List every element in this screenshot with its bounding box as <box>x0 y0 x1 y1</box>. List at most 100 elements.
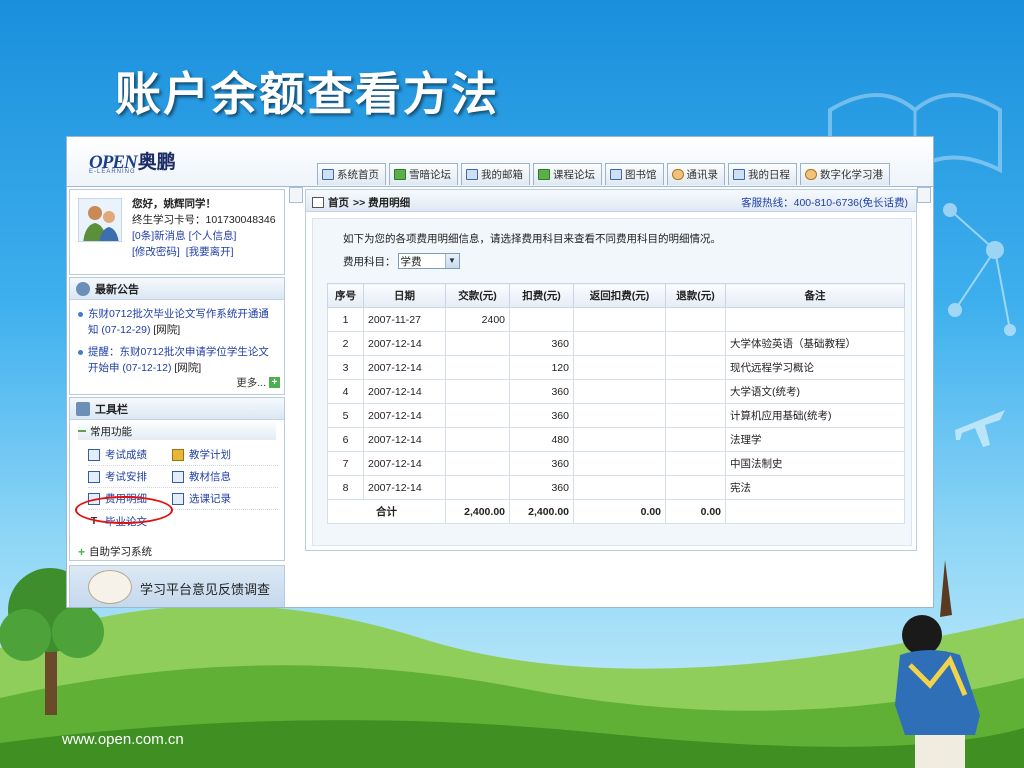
table-cell <box>445 379 510 404</box>
table-cell <box>445 331 510 356</box>
notice-header: 最新公告 <box>70 278 284 300</box>
breadcrumb-home[interactable]: 首页 >> 费用明细 <box>312 195 410 210</box>
messages-link[interactable]: [0条]新消息 <box>132 230 186 242</box>
total-label: 合计 <box>327 499 446 524</box>
table-cell: 3 <box>327 355 364 380</box>
tab-calendar[interactable]: 我的日程 <box>728 163 797 185</box>
table-row: 7 2007-12-14 360 中国法制史 <box>327 451 905 476</box>
self-study-label: 自助学习系统 <box>89 546 153 558</box>
col-header: 交款(元) <box>445 283 510 308</box>
total-deducted: 2,400.00 <box>509 499 574 524</box>
total-returned: 0.00 <box>573 499 666 524</box>
notice-box: 最新公告 东财0712批次毕业论文写作系统开通通知 (07-12-29) [网院… <box>69 277 285 395</box>
tab-label: 通讯录 <box>686 169 719 181</box>
more-link[interactable]: 更多... + <box>236 375 280 390</box>
chevron-down-icon: ▼ <box>444 254 459 268</box>
mail-icon <box>466 169 478 180</box>
collapse-left-button[interactable] <box>289 187 303 203</box>
textbook-icon <box>172 470 184 483</box>
table-cell: 1 <box>327 307 364 332</box>
avatar-icon <box>83 206 119 241</box>
table-cell: 5 <box>327 403 364 428</box>
speech-bubble-icon <box>88 570 132 604</box>
tool-textbook-info[interactable]: 教材信息 <box>172 469 256 484</box>
user-info: 您好，姚辉同学！ 终生学习卡号：101730048346 [0条]新消息 [个人… <box>132 196 276 260</box>
announcement-icon <box>76 281 90 296</box>
self-study-system[interactable]: + 自助学习系统 <box>78 544 152 559</box>
change-password-link[interactable]: [修改密码] <box>132 246 180 258</box>
tab-home[interactable]: 系统首页 <box>317 163 386 185</box>
people-icon <box>805 169 817 180</box>
tab-learning-port[interactable]: 数字化学习港 <box>800 163 890 185</box>
col-header: 日期 <box>363 283 446 308</box>
logout-link[interactable]: [我要离开] <box>186 246 234 258</box>
col-header: 返回扣费(元) <box>573 283 666 308</box>
tab-forum[interactable]: 雪暗论坛 <box>389 163 458 185</box>
tab-library[interactable]: 图书馆 <box>605 163 664 185</box>
forum-icon <box>538 169 550 180</box>
home-icon <box>312 197 324 208</box>
col-header: 序号 <box>327 283 364 308</box>
tool-label: 考试安排 <box>105 471 147 483</box>
tab-label: 课程论坛 <box>553 169 595 181</box>
tool-teaching-plan[interactable]: 教学计划 <box>172 447 256 462</box>
tool-label: 教材信息 <box>189 471 231 483</box>
table-cell <box>665 331 726 356</box>
table-cell: 2007-11-27 <box>363 307 446 332</box>
top-bar: OPEN奥鹏 E-LEARNING 系统首页 雪暗论坛 我的邮箱 课程论坛 图书… <box>67 137 933 187</box>
table-cell: 现代远程学习概论 <box>725 355 905 380</box>
tab-mail[interactable]: 我的邮箱 <box>461 163 530 185</box>
tab-contacts[interactable]: 通讯录 <box>666 163 725 185</box>
notice-item[interactable]: 提醒：东财0712批次申请学位学生论文开始申 (07-12-12) [网院] <box>76 344 278 376</box>
tool-course-records[interactable]: 选课记录 <box>172 491 256 506</box>
tool-label: 教学计划 <box>189 449 231 461</box>
contacts-icon <box>671 169 684 180</box>
profile-link[interactable]: [个人信息] <box>189 230 237 242</box>
logo-cn: 奥鹏 <box>137 152 176 173</box>
table-cell: 6 <box>327 427 364 452</box>
tab-label: 我的日程 <box>748 169 790 181</box>
table-cell <box>665 475 726 500</box>
table-cell: 2007-12-14 <box>363 475 446 500</box>
tool-row: 考试安排 教材信息 <box>88 466 278 488</box>
feedback-survey-banner[interactable]: 学习平台意见反馈调查 <box>69 565 285 607</box>
collapse-right-button[interactable] <box>917 187 931 203</box>
records-icon <box>172 492 184 505</box>
fee-panel: 如下为您的各项费用明细信息，请选择费用科目来查看不同费用科目的明细情况。 费用科… <box>312 218 912 546</box>
table-row: 2 2007-12-14 360 大学体验英语（基础教程） <box>327 331 905 356</box>
tool-label: 选课记录 <box>189 493 231 505</box>
plus-icon: + <box>269 377 280 388</box>
table-cell: 法理学 <box>725 427 905 452</box>
tab-label: 系统首页 <box>337 169 379 181</box>
tool-exam-scores[interactable]: 考试成绩 <box>88 447 172 462</box>
table-row: 8 2007-12-14 360 宪法 <box>327 475 905 500</box>
breadcrumb-current: >> 费用明细 <box>353 197 411 209</box>
table-cell: 中国法制史 <box>725 451 905 476</box>
table-row: 3 2007-12-14 120 现代远程学习概论 <box>327 355 905 380</box>
common-functions-header[interactable]: 常用功能 <box>78 422 276 440</box>
table-cell <box>573 403 666 428</box>
highlight-circle <box>75 496 173 524</box>
notice-item[interactable]: 东财0712批次毕业论文写作系统开通通知 (07-12-29) [网院] <box>76 306 278 338</box>
tool-label: 考试成绩 <box>105 449 147 461</box>
table-cell <box>665 379 726 404</box>
table-cell <box>509 307 574 332</box>
tab-label: 我的邮箱 <box>481 169 523 181</box>
table-cell: 2007-12-14 <box>363 331 446 356</box>
table-header-row: 序号 日期 交款(元) 扣费(元) 返回扣费(元) 退款(元) 备注 <box>327 283 905 308</box>
notice-title: 最新公告 <box>95 283 139 296</box>
total-refund: 0.00 <box>665 499 726 524</box>
table-cell: 2 <box>327 331 364 356</box>
table-cell: 2007-12-14 <box>363 451 446 476</box>
table-cell: 宪法 <box>725 475 905 500</box>
plan-icon <box>172 448 184 461</box>
tab-course-forum[interactable]: 课程论坛 <box>533 163 602 185</box>
table-cell: 4 <box>327 379 364 404</box>
subject-label: 费用科目： <box>343 255 396 268</box>
table-cell <box>665 307 726 332</box>
notice-source: [网院] <box>174 362 202 374</box>
table-cell: 360 <box>509 331 574 356</box>
home-icon <box>322 169 334 180</box>
tool-exam-schedule[interactable]: 考试安排 <box>88 469 172 484</box>
subject-select[interactable]: 学费 ▼ <box>397 253 460 269</box>
